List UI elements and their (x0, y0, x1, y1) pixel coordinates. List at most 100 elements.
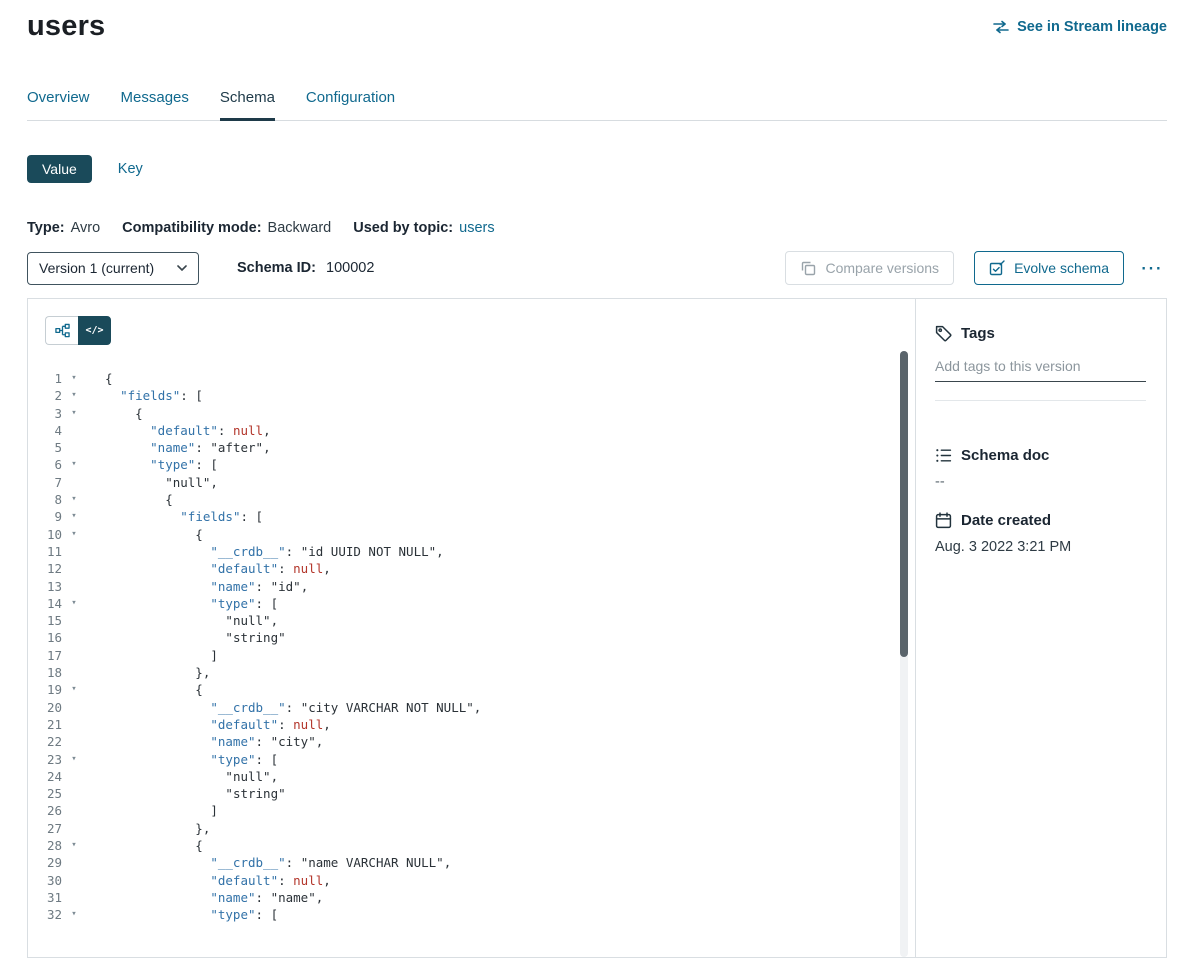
code-line: 15 "null", (40, 612, 915, 629)
code-text: "null", (86, 768, 278, 785)
fold-spacer (62, 699, 86, 716)
line-number: 29 (40, 854, 62, 871)
fold-toggle-icon[interactable]: ▾ (62, 526, 86, 543)
scrollbar[interactable] (900, 351, 908, 957)
version-select-value: Version 1 (current) (39, 260, 154, 276)
line-number: 23 (40, 751, 62, 768)
schema-id-value: 100002 (326, 260, 374, 276)
line-number: 10 (40, 526, 62, 543)
code-line: 5 "name": "after", (40, 439, 915, 456)
fold-toggle-icon[interactable]: ▾ (62, 751, 86, 768)
code-text: { (86, 526, 203, 543)
tab-schema[interactable]: Schema (220, 89, 275, 120)
line-number: 25 (40, 785, 62, 802)
code-line: 31 "name": "name", (40, 889, 915, 906)
tab-messages[interactable]: Messages (121, 89, 189, 120)
code-line: 10▾ { (40, 526, 915, 543)
topic-link[interactable]: users (459, 220, 494, 236)
code-line: 14▾ "type": [ (40, 595, 915, 612)
code-view-button[interactable]: </> (78, 316, 111, 345)
code-text: "type": [ (86, 595, 278, 612)
line-number: 24 (40, 768, 62, 785)
stream-lineage-link[interactable]: See in Stream lineage (992, 19, 1167, 35)
tree-view-button[interactable] (45, 316, 78, 345)
fold-toggle-icon[interactable]: ▾ (62, 906, 86, 923)
value-toggle-button[interactable]: Value (27, 155, 92, 183)
schema-sidebar: Tags Schema doc -- (916, 299, 1166, 957)
line-number: 16 (40, 629, 62, 646)
fold-spacer (62, 543, 86, 560)
date-created-value: Aug. 3 2022 3:21 PM (935, 539, 1146, 555)
code-text: "default": null, (86, 716, 331, 733)
schema-meta-row: Type: Avro Compatibility mode: Backward … (27, 220, 1167, 236)
line-number: 15 (40, 612, 62, 629)
header: users See in Stream lineage (27, 10, 1167, 43)
code-line: 8▾ { (40, 491, 915, 508)
code-line: 24 "null", (40, 768, 915, 785)
code-text: "string" (86, 629, 286, 646)
date-created-title: Date created (961, 512, 1051, 529)
chevron-down-icon (177, 265, 187, 271)
fold-toggle-icon[interactable]: ▾ (62, 837, 86, 854)
code-text: { (86, 491, 173, 508)
code-line: 7 "null", (40, 474, 915, 491)
add-tags-input[interactable] (935, 358, 1146, 382)
scrollbar-thumb[interactable] (900, 351, 908, 657)
date-created-header: Date created (935, 512, 1146, 529)
code-text: "__crdb__": "city VARCHAR NOT NULL", (86, 699, 481, 716)
code-line: 19▾ { (40, 681, 915, 698)
code-editor[interactable]: 1▾{2▾ "fields": [3▾ {4 "default": null,5… (40, 370, 915, 924)
fold-toggle-icon[interactable]: ▾ (62, 681, 86, 698)
fold-spacer (62, 716, 86, 733)
code-line: 30 "default": null, (40, 872, 915, 889)
fold-toggle-icon[interactable]: ▾ (62, 405, 86, 422)
date-created-section: Date created Aug. 3 2022 3:21 PM (935, 512, 1146, 555)
line-number: 18 (40, 664, 62, 681)
compare-versions-button[interactable]: Compare versions (785, 251, 954, 285)
evolve-schema-button[interactable]: Evolve schema (974, 251, 1124, 285)
fold-toggle-icon[interactable]: ▾ (62, 595, 86, 612)
schema-id-label: Schema ID: (237, 260, 316, 276)
line-number: 22 (40, 733, 62, 750)
fold-toggle-icon[interactable]: ▾ (62, 491, 86, 508)
key-toggle-button[interactable]: Key (118, 161, 143, 177)
code-text: "name": "name", (86, 889, 323, 906)
fold-spacer (62, 733, 86, 750)
version-bar: Version 1 (current) Schema ID: 100002 Co… (27, 251, 1167, 285)
line-number: 30 (40, 872, 62, 889)
code-text: ] (86, 802, 218, 819)
line-number: 7 (40, 474, 62, 491)
code-text: }, (86, 820, 210, 837)
code-line: 11 "__crdb__": "id UUID NOT NULL", (40, 543, 915, 560)
code-line: 32▾ "type": [ (40, 906, 915, 923)
code-text: ] (86, 647, 218, 664)
type-value: Avro (71, 220, 101, 236)
fold-spacer (62, 889, 86, 906)
code-text: { (86, 370, 113, 387)
fold-toggle-icon[interactable]: ▾ (62, 456, 86, 473)
schema-doc-section: Schema doc -- (935, 447, 1146, 490)
code-view-icon: </> (85, 325, 103, 336)
line-number: 2 (40, 387, 62, 404)
tab-configuration[interactable]: Configuration (306, 89, 395, 120)
code-text: "name": "id", (86, 578, 308, 595)
editor-view-toggle: </> (45, 316, 111, 345)
schema-doc-value: -- (935, 474, 1146, 490)
code-line: 2▾ "fields": [ (40, 387, 915, 404)
tab-overview[interactable]: Overview (27, 89, 90, 120)
code-line: 23▾ "type": [ (40, 751, 915, 768)
fold-toggle-icon[interactable]: ▾ (62, 508, 86, 525)
compare-versions-label: Compare versions (825, 260, 939, 276)
line-number: 19 (40, 681, 62, 698)
code-text: }, (86, 664, 210, 681)
tree-view-icon (55, 323, 70, 338)
fold-spacer (62, 474, 86, 491)
fold-spacer (62, 612, 86, 629)
fold-toggle-icon[interactable]: ▾ (62, 387, 86, 404)
page-title: users (27, 10, 105, 43)
fold-toggle-icon[interactable]: ▾ (62, 370, 86, 387)
more-actions-button[interactable]: ⋯ (1136, 257, 1167, 279)
code-text: { (86, 837, 203, 854)
version-select[interactable]: Version 1 (current) (27, 252, 199, 285)
evolve-schema-label: Evolve schema (1014, 260, 1109, 276)
